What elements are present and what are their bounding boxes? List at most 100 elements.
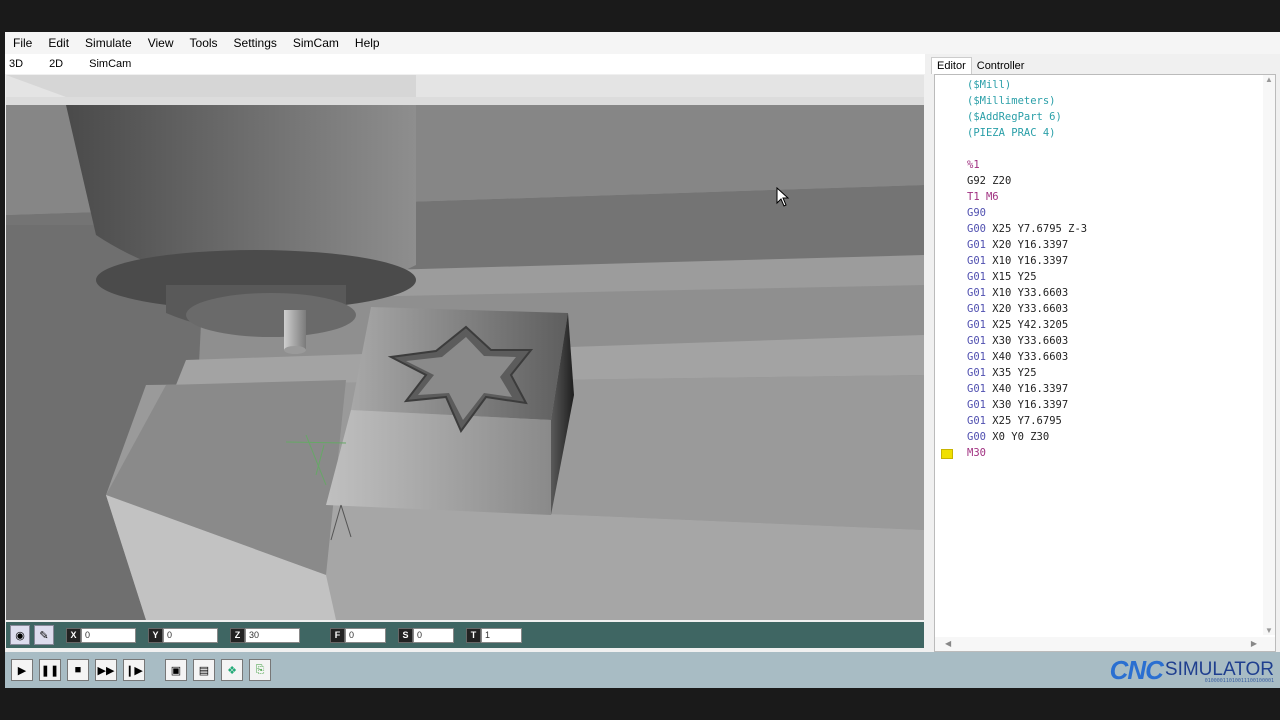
- menu-tools[interactable]: Tools: [182, 32, 226, 54]
- code-line[interactable]: G92 Z20: [967, 173, 1087, 189]
- coord-x: X 0: [66, 627, 136, 643]
- code-token: %1: [967, 159, 980, 171]
- render-icon[interactable]: ❖: [221, 659, 243, 681]
- code-line[interactable]: G00 X0 Y0 Z30: [967, 429, 1087, 445]
- menu-simcam[interactable]: SimCam: [285, 32, 347, 54]
- code-token: G01: [967, 415, 993, 427]
- code-token: X40 Y16.3397: [992, 383, 1069, 395]
- code-token: X40 Y33.6603: [992, 351, 1069, 363]
- coordinate-bar: ◉ ✎ X 0 Y 0 Z 30 F 0 S 0 T 1: [6, 622, 924, 648]
- 3d-viewport[interactable]: [6, 75, 924, 620]
- code-token: ($AddRegPart 6): [967, 111, 1062, 123]
- tab-editor[interactable]: Editor: [931, 57, 972, 74]
- code-line[interactable]: G01 X35 Y25: [967, 365, 1087, 381]
- code-line[interactable]: G01 X30 Y33.6603: [967, 333, 1087, 349]
- code-line[interactable]: ($AddRegPart 6): [967, 109, 1087, 125]
- code-line[interactable]: G01 X40 Y16.3397: [967, 381, 1087, 397]
- code-token: M30: [967, 447, 986, 459]
- code-line[interactable]: G01 X20 Y16.3397: [967, 237, 1087, 253]
- editor-gutter: [935, 75, 963, 651]
- code-token: X15 Y25: [992, 271, 1037, 283]
- scroll-right-icon[interactable]: ▶: [1251, 639, 1257, 648]
- code-token: X35 Y25: [992, 367, 1037, 379]
- code-line[interactable]: G01 X20 Y33.6603: [967, 301, 1087, 317]
- tab-controller[interactable]: Controller: [972, 58, 1030, 74]
- x-value: 0: [81, 627, 136, 643]
- camera-icon[interactable]: ◉: [10, 625, 30, 645]
- s-label: S: [398, 627, 413, 643]
- menu-simulate[interactable]: Simulate: [77, 32, 140, 54]
- code-token: X10 Y33.6603: [992, 287, 1069, 299]
- view-icon[interactable]: ▤: [193, 659, 215, 681]
- menu-settings[interactable]: Settings: [226, 32, 285, 54]
- pause-button[interactable]: ❚❚: [39, 659, 61, 681]
- menu-file[interactable]: File: [5, 32, 40, 54]
- horizontal-scrollbar[interactable]: ◀ ▶: [935, 637, 1275, 651]
- bottom-toolbar: ▶ ❚❚ ■ ▶▶ ❙▶ ▣ ▤ ❖ ⎘ CNC SIMULATOR 01000…: [5, 652, 1280, 688]
- scroll-up-icon[interactable]: ▲: [1263, 75, 1275, 84]
- mouse-pointer-icon: [776, 187, 790, 207]
- step-button[interactable]: ❙▶: [123, 659, 145, 681]
- code-token: G01: [967, 239, 993, 251]
- menu-view[interactable]: View: [140, 32, 182, 54]
- code-token: G01: [967, 351, 993, 363]
- code-token: X20 Y16.3397: [992, 239, 1069, 251]
- y-label: Y: [148, 627, 163, 643]
- code-line[interactable]: (PIEZA PRAC 4): [967, 125, 1087, 141]
- code-line[interactable]: %1: [967, 157, 1087, 173]
- code-token: G01: [967, 335, 993, 347]
- scroll-down-icon[interactable]: ▼: [1263, 626, 1275, 635]
- s-value: 0: [413, 627, 454, 643]
- code-line[interactable]: G01 X30 Y16.3397: [967, 397, 1087, 413]
- tab-2d[interactable]: 2D: [45, 58, 75, 70]
- pen-icon[interactable]: ✎: [34, 625, 54, 645]
- code-token: G00: [967, 431, 993, 443]
- code-token: X25 Y42.3205: [992, 319, 1069, 331]
- cnc-simulator-logo: CNC SIMULATOR 01000011010011100100001: [1110, 654, 1274, 686]
- menu-edit[interactable]: Edit: [40, 32, 77, 54]
- code-line[interactable]: G01 X15 Y25: [967, 269, 1087, 285]
- code-token: G01: [967, 255, 993, 267]
- code-token: G01: [967, 367, 993, 379]
- code-line[interactable]: G01 X10 Y33.6603: [967, 285, 1087, 301]
- f-label: F: [330, 627, 345, 643]
- code-token: G01: [967, 319, 993, 331]
- logo-bits: 01000011010011100100001: [1204, 678, 1274, 684]
- menu-bar: File Edit Simulate View Tools Settings S…: [5, 32, 1280, 54]
- tab-3d[interactable]: 3D: [5, 58, 35, 70]
- code-line[interactable]: [967, 141, 1087, 157]
- code-token: G92: [967, 175, 993, 187]
- code-line[interactable]: G90: [967, 205, 1087, 221]
- coord-s: S 0: [398, 627, 454, 643]
- code-line[interactable]: ($Mill): [967, 77, 1087, 93]
- right-tabs: Editor Controller: [931, 54, 1280, 74]
- code-line[interactable]: G01 X25 Y42.3205: [967, 317, 1087, 333]
- code-token: G00: [967, 223, 993, 235]
- menu-help[interactable]: Help: [347, 32, 388, 54]
- code-token: G01: [967, 303, 993, 315]
- code-line[interactable]: G00 X25 Y7.6795 Z-3: [967, 221, 1087, 237]
- code-token: ($Mill): [967, 79, 1012, 91]
- code-line[interactable]: T1 M6: [967, 189, 1087, 205]
- zoom-fit-icon[interactable]: ▣: [165, 659, 187, 681]
- code-line[interactable]: G01 X10 Y16.3397: [967, 253, 1087, 269]
- tab-simcam[interactable]: SimCam: [85, 58, 143, 70]
- x-label: X: [66, 627, 81, 643]
- fast-forward-button[interactable]: ▶▶: [95, 659, 117, 681]
- vertical-scrollbar[interactable]: ▲ ▼: [1263, 75, 1275, 635]
- f-value: 0: [345, 627, 386, 643]
- coord-z: Z 30: [230, 627, 300, 643]
- machine-scene: [6, 75, 924, 620]
- code-token: X0 Y0 Z30: [992, 431, 1050, 443]
- t-label: T: [466, 627, 481, 643]
- code-line[interactable]: G01 X25 Y7.6795: [967, 413, 1087, 429]
- play-button[interactable]: ▶: [11, 659, 33, 681]
- code-editor[interactable]: ($Mill) ($Millimeters) ($AddRegPart 6) (PIE…: [934, 74, 1276, 652]
- z-label: Z: [230, 627, 245, 643]
- stop-button[interactable]: ■: [67, 659, 89, 681]
- code-line[interactable]: ($Millimeters): [967, 93, 1087, 109]
- export-icon[interactable]: ⎘: [249, 659, 271, 681]
- code-line[interactable]: G01 X40 Y33.6603: [967, 349, 1087, 365]
- scroll-left-icon[interactable]: ◀: [945, 639, 951, 648]
- code-line[interactable]: M30: [967, 445, 1087, 461]
